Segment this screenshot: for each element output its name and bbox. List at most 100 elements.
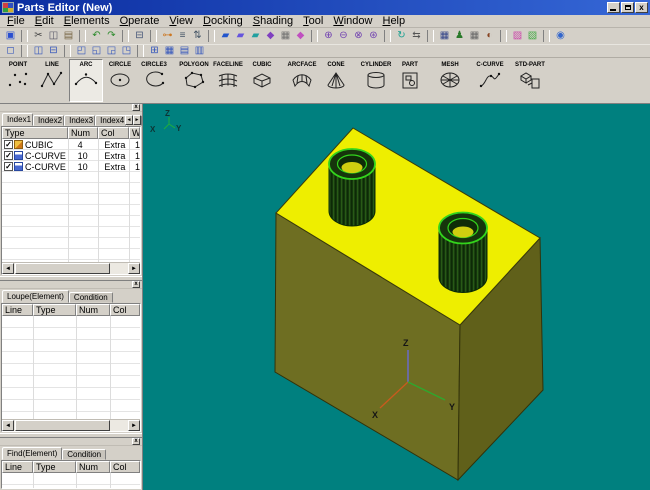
pan-button[interactable]: ⇆	[409, 29, 424, 43]
tree-button[interactable]: ⊶	[160, 29, 175, 43]
view-shade-button[interactable]: ◆	[293, 29, 308, 43]
scroll-left-icon[interactable]: ◄	[2, 420, 14, 431]
viewport-canvas[interactable]: Z X Y	[143, 104, 650, 490]
index-panel-close-button[interactable]: x	[132, 104, 140, 111]
texture-button[interactable]: ▧	[525, 29, 540, 43]
column-line[interactable]: Line	[2, 304, 33, 316]
scrollbar-track[interactable]	[110, 263, 128, 274]
loupe-loupe-element-tab[interactable]: Loupe(Element)	[2, 290, 69, 303]
title-bar[interactable]: Parts Editor (New) x	[0, 0, 650, 15]
menu-tool[interactable]: Tool	[298, 15, 328, 28]
view-iso-button[interactable]: ◆	[263, 29, 278, 43]
visibility-checkbox[interactable]: ✓	[4, 151, 13, 160]
scroll-left-icon[interactable]: ◄	[2, 263, 14, 274]
view-side-button[interactable]: ▰	[233, 29, 248, 43]
menu-docking[interactable]: Docking	[198, 15, 248, 28]
menu-edit[interactable]: Edit	[30, 15, 59, 28]
tool-mesh-button[interactable]: MESH	[433, 59, 467, 102]
tool-line-button[interactable]: LINE	[35, 59, 69, 102]
tool-cylinder-button[interactable]: CYLINDER	[359, 59, 393, 102]
index-index1-tab[interactable]: Index1	[2, 113, 33, 126]
view-top-button[interactable]: ▰	[248, 29, 263, 43]
redo-button[interactable]: ↷	[104, 29, 119, 43]
save-button[interactable]: ▣	[3, 29, 18, 43]
column-num[interactable]: Num	[76, 461, 110, 473]
scrollbar-thumb[interactable]	[15, 263, 110, 274]
tool-cubic-button[interactable]: CUBIC	[245, 59, 279, 102]
copy-button[interactable]: ◫	[46, 29, 61, 43]
user-button[interactable]: ♟	[452, 29, 467, 43]
tile-grid-button[interactable]: ▦	[162, 45, 177, 57]
refresh-button[interactable]: ↻	[394, 29, 409, 43]
column-wi[interactable]: Wi	[129, 127, 140, 139]
loupe-panel-close-button[interactable]: x	[132, 281, 140, 288]
split-vertical-button[interactable]: ◫	[31, 45, 46, 57]
tool-circle-button[interactable]: CIRCLE	[103, 59, 137, 102]
menu-file[interactable]: File	[2, 15, 30, 28]
loupe-horizontal-scrollbar[interactable]: ◄ ►	[2, 419, 140, 431]
view-front-button[interactable]: ▰	[218, 29, 233, 43]
menu-operate[interactable]: Operate	[115, 15, 165, 28]
index-index3-tab[interactable]: Index3	[64, 115, 95, 126]
rotate-free-button[interactable]: ⊛	[366, 29, 381, 43]
column-num[interactable]: Num	[68, 127, 98, 139]
paint-button[interactable]: ◐	[482, 29, 497, 43]
close-button[interactable]: x	[635, 2, 648, 13]
tool-arc-button[interactable]: ARC	[69, 59, 103, 102]
menu-view[interactable]: View	[164, 15, 198, 28]
loupe-condition-tab[interactable]: Condition	[69, 292, 113, 303]
index-horizontal-scrollbar[interactable]: ◄ ►	[2, 262, 140, 274]
cut-button[interactable]: ✂	[31, 29, 46, 43]
element-list-row[interactable]: ✓CUBIC4Extra1	[2, 139, 140, 150]
tile-top-button[interactable]: ◳	[119, 45, 134, 57]
undo-button[interactable]: ↶	[89, 29, 104, 43]
split-horizontal-button[interactable]: ⊟	[46, 45, 61, 57]
cascade-button[interactable]: ⊞	[147, 45, 162, 57]
column-type[interactable]: Type	[33, 304, 76, 316]
tab-scroll-right-button[interactable]: ►	[133, 115, 141, 125]
paste-button[interactable]: ▤	[61, 29, 76, 43]
index-index4-tab[interactable]: Index4	[95, 115, 126, 126]
menu-help[interactable]: Help	[377, 15, 410, 28]
element-list-row[interactable]: ✓C-CURVE10Extra1	[2, 161, 140, 172]
rotate-z-button[interactable]: ⊗	[351, 29, 366, 43]
cylinder-1[interactable]	[329, 149, 375, 226]
tool-polygon-button[interactable]: POLYGON	[177, 59, 211, 102]
find-find-element-tab[interactable]: Find(Element)	[2, 447, 62, 460]
column-type[interactable]: Type	[33, 461, 76, 473]
column-col[interactable]: Col	[110, 461, 140, 473]
tile-rows-button[interactable]: ▤	[177, 45, 192, 57]
menu-window[interactable]: Window	[328, 15, 377, 28]
table-button[interactable]: ▦	[437, 29, 452, 43]
tool-arcface-button[interactable]: ARCFACE	[285, 59, 319, 102]
tool-c-curve-button[interactable]: C-CURVE	[473, 59, 507, 102]
menu-shading[interactable]: Shading	[248, 15, 298, 28]
find-panel-close-button[interactable]: x	[132, 438, 140, 445]
rotate-y-button[interactable]: ⊖	[336, 29, 351, 43]
cylinder-2[interactable]	[439, 213, 487, 293]
tool-std-part-button[interactable]: STD-PART	[513, 59, 547, 102]
grid-button[interactable]: ▦	[467, 29, 482, 43]
scrollbar-track[interactable]	[110, 420, 128, 431]
tile-right-button[interactable]: ◲	[104, 45, 119, 57]
element-list-row[interactable]: ✓C-CURVE10Extra1	[2, 150, 140, 161]
help-sphere-button[interactable]: ◉	[553, 29, 568, 43]
view-grid-button[interactable]: ▦	[278, 29, 293, 43]
scroll-right-icon[interactable]: ►	[128, 420, 140, 431]
tile-bottom-button[interactable]: ◱	[89, 45, 104, 57]
find-condition-tab[interactable]: Condition	[62, 449, 106, 460]
scrollbar-thumb[interactable]	[15, 420, 110, 431]
list-button[interactable]: ≡	[175, 29, 190, 43]
tab-scroll-left-button[interactable]: ◄	[125, 115, 133, 125]
tile-cols-button[interactable]: ▥	[192, 45, 207, 57]
minimize-button[interactable]	[607, 2, 620, 13]
material-button[interactable]: ▨	[510, 29, 525, 43]
rotate-x-button[interactable]: ⊕	[321, 29, 336, 43]
scroll-right-icon[interactable]: ►	[128, 263, 140, 274]
column-type[interactable]: Type	[2, 127, 68, 139]
visibility-checkbox[interactable]: ✓	[4, 140, 13, 149]
column-line[interactable]: Line	[2, 461, 33, 473]
tool-part-button[interactable]: PART	[393, 59, 427, 102]
column-col[interactable]: Col	[110, 304, 140, 316]
single-window-button[interactable]: ◻	[3, 45, 18, 57]
